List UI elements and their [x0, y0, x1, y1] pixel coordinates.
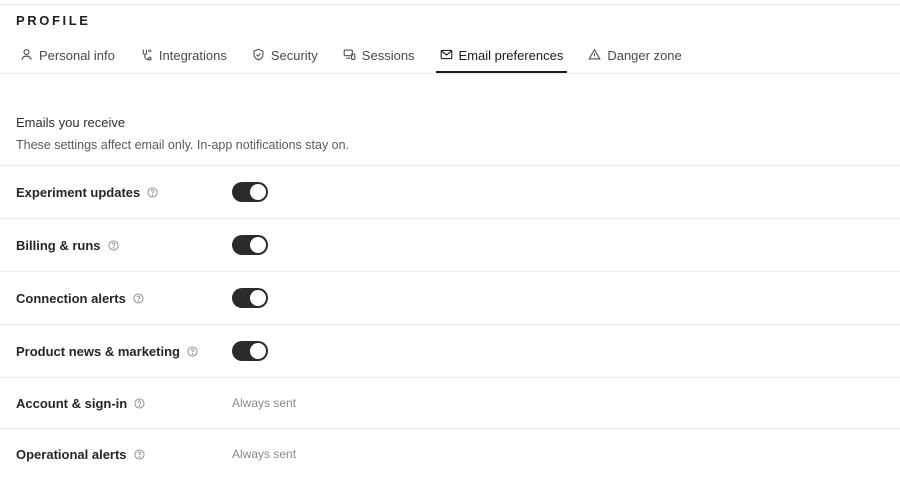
preference-label-group: Operational alerts	[16, 447, 145, 462]
warning-icon	[588, 47, 602, 64]
tab-label: Danger zone	[607, 48, 682, 63]
help-icon[interactable]	[134, 397, 145, 409]
billing-runs-toggle[interactable]	[232, 235, 268, 255]
tab-integrations[interactable]: Integrations	[136, 38, 231, 73]
preference-label: Billing & runs	[16, 237, 101, 253]
shield-icon	[252, 48, 265, 64]
mail-icon	[440, 48, 453, 64]
tab-label: Sessions	[361, 48, 415, 63]
tab-label: Personal info	[39, 48, 115, 63]
help-icon[interactable]	[134, 448, 145, 460]
help-icon[interactable]	[107, 239, 119, 251]
toggle-knob	[250, 290, 266, 306]
section-subtitle: These settings affect email only. In-app…	[16, 138, 350, 152]
product-news-toggle[interactable]	[232, 341, 268, 361]
help-icon[interactable]	[133, 292, 144, 304]
section-title: Emails you receive	[16, 115, 126, 130]
top-divider	[0, 4, 900, 5]
preference-label-group: Product news & marketing	[16, 344, 198, 359]
always-sent-text: Always sent	[232, 447, 297, 461]
preference-label: Product news & marketing	[16, 343, 180, 359]
user-icon	[20, 48, 33, 64]
preference-label-group: Experiment updates	[16, 185, 158, 200]
preference-label: Experiment updates	[16, 184, 141, 200]
tab-label: Security	[270, 48, 318, 63]
preference-row-account-sign-in: Account & sign-in Always sent	[0, 377, 900, 428]
connection-alerts-toggle[interactable]	[232, 288, 268, 308]
preference-label-group: Connection alerts	[16, 291, 144, 306]
preference-label: Connection alerts	[16, 290, 126, 306]
toggle-knob	[250, 184, 266, 200]
tab-danger-zone[interactable]: Danger zone	[584, 38, 685, 73]
preference-row-connection-alerts: Connection alerts	[0, 271, 900, 324]
help-icon[interactable]	[187, 345, 198, 357]
experiment-updates-toggle[interactable]	[232, 182, 268, 202]
preference-row-product-news: Product news & marketing	[0, 324, 900, 377]
tab-bar: Personal info Integrations Security Sess…	[16, 38, 703, 73]
preferences-list: Experiment updates Billing & runs Connec…	[0, 165, 900, 479]
devices-icon	[343, 48, 356, 64]
toggle-knob	[250, 343, 266, 359]
tabs-divider	[0, 73, 900, 74]
preference-label-group: Account & sign-in	[16, 396, 145, 411]
page-title: PROFILE	[16, 13, 91, 28]
preference-label-group: Billing & runs	[16, 238, 119, 253]
always-sent-text: Always sent	[232, 396, 297, 410]
preference-row-operational-alerts: Operational alerts Always sent	[0, 428, 900, 479]
preference-label: Account & sign-in	[16, 395, 128, 411]
tab-security[interactable]: Security	[248, 38, 322, 73]
preference-label: Operational alerts	[16, 446, 127, 462]
tab-sessions[interactable]: Sessions	[339, 38, 419, 73]
section-header: Emails you receive These settings affect…	[16, 115, 349, 152]
tab-label: Email preferences	[458, 48, 564, 63]
preference-row-experiment-updates: Experiment updates	[0, 165, 900, 218]
integrations-icon	[140, 48, 153, 64]
tab-email-preferences[interactable]: Email preferences	[435, 38, 568, 73]
help-icon[interactable]	[147, 186, 158, 198]
toggle-knob	[250, 237, 266, 253]
tab-label: Integrations	[158, 48, 227, 63]
preference-row-billing-runs: Billing & runs	[0, 218, 900, 271]
tab-personal-info[interactable]: Personal info	[16, 38, 119, 73]
